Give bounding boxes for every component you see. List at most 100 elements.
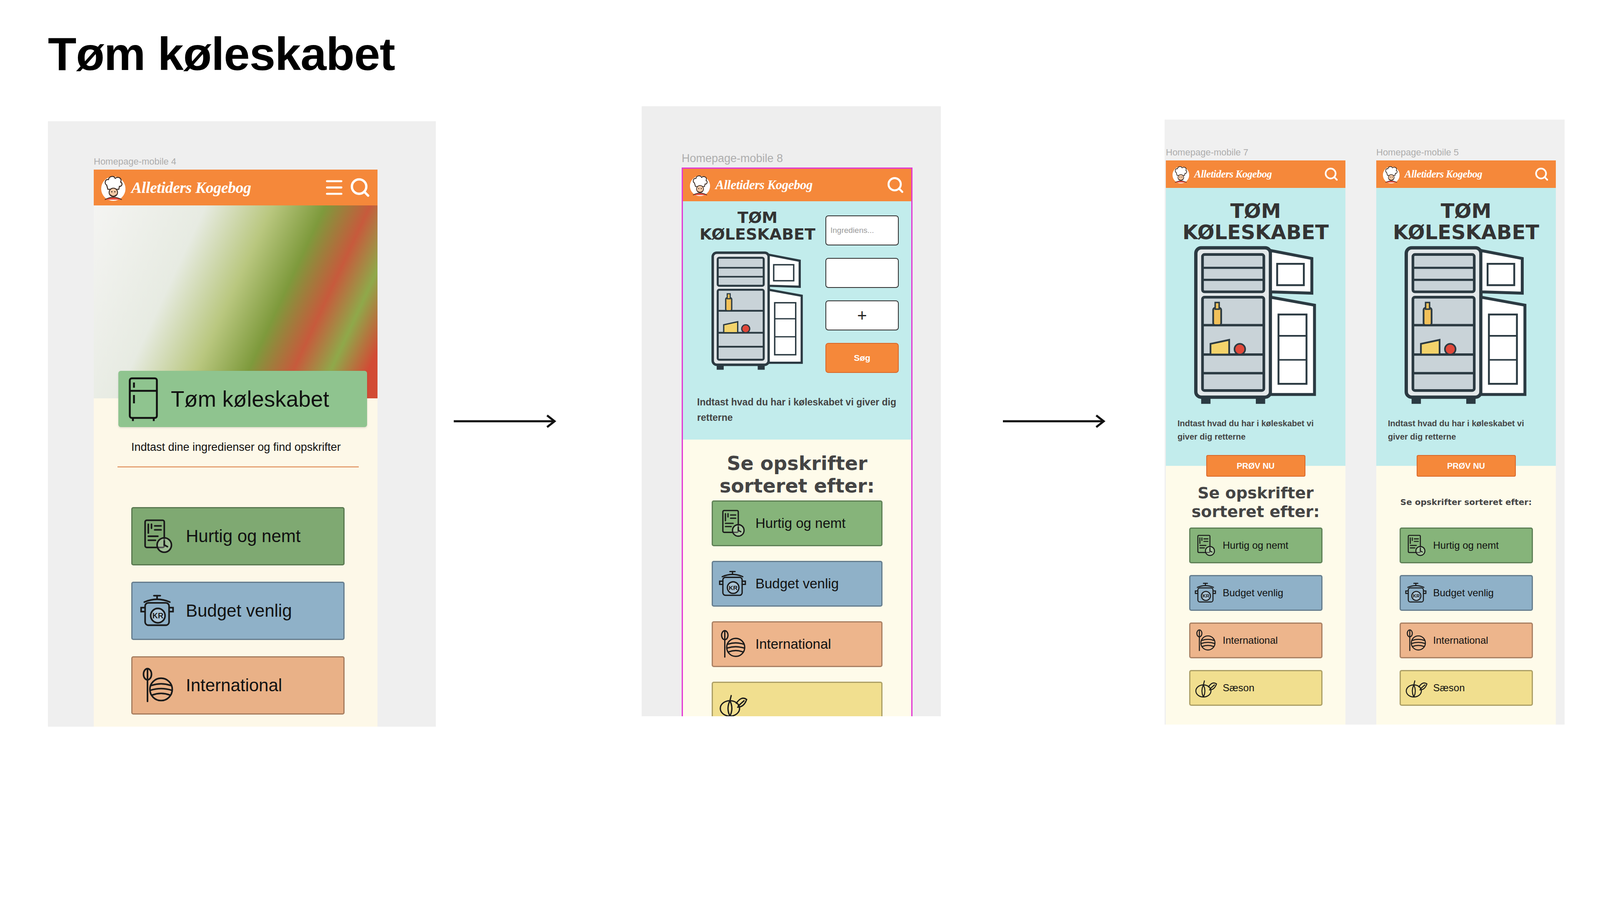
category-button[interactable]: International	[131, 656, 345, 715]
site-logo[interactable]: Alletiders Kogebog	[1381, 164, 1530, 185]
category-button[interactable]: KRBudget venlig	[711, 560, 883, 607]
logo-text: Alletiders Kogebog	[715, 177, 813, 193]
svg-text:KR: KR	[152, 611, 164, 620]
category-button[interactable]: KR Budget venlig	[131, 581, 345, 640]
logo-text: Alletiders Kogebog	[1194, 168, 1272, 180]
frame-label: Homepage-mobile 7	[1165, 147, 1346, 158]
site-logo[interactable]: Alletiders Kogebog	[98, 172, 320, 203]
hero-section: TØM KØLESKABET Indtast hvad du har i køle…	[1165, 187, 1346, 466]
site-logo[interactable]: Alletiders Kogebog	[1170, 164, 1320, 185]
section-heading: Se opskrifter sorteret efter:	[1180, 482, 1331, 523]
ingredient-form: Ingrediens... + Søg	[825, 209, 899, 373]
pot-coin-icon: KR	[1403, 580, 1428, 605]
category-label: Sæson	[1433, 682, 1465, 694]
category-section: Se opskrifter sorteret efter: Hurtig og n…	[1165, 465, 1346, 706]
category-label: Budget venlig	[1433, 587, 1494, 599]
search-icon[interactable]	[1323, 166, 1339, 182]
pumpkin-leaf-icon	[717, 689, 748, 717]
frame-column: Homepage-mobile 4 Alletiders Kogebog Tøm k…	[93, 156, 378, 727]
category-button[interactable]: Hurtig og nemt	[1399, 527, 1533, 564]
category-label: Budget venlig	[185, 600, 293, 621]
hero-section: TØM KØLESKABETIndtast hvad du har i køle…	[1376, 187, 1556, 466]
chef-logo-icon	[98, 172, 128, 203]
pumpkin-leaf-icon	[1193, 675, 1218, 700]
pot-coin-icon: KR	[1193, 580, 1218, 605]
category-label: Hurtig og nemt	[185, 526, 301, 547]
hero-text: Indtast hvad du har i køleskabet vi give…	[697, 394, 899, 426]
pot-coin-icon: KR	[137, 591, 177, 630]
svg-text:KR: KR	[1202, 593, 1210, 599]
category-button[interactable]: Hurtig og nemt	[1189, 527, 1323, 564]
pumpkin-leaf-icon	[1403, 675, 1428, 700]
search-icon[interactable]	[886, 175, 905, 195]
ingredient-input[interactable]	[825, 257, 899, 288]
category-button[interactable]: International	[1399, 622, 1533, 659]
category-label: Hurtig og nemt	[755, 515, 846, 532]
site-logo[interactable]: Alletiders Kogebog	[687, 172, 883, 198]
menu-clock-icon	[1193, 533, 1218, 558]
category-button[interactable]: KR Budget venlig	[1399, 575, 1533, 611]
frame-label: Homepage-mobile 8	[681, 151, 913, 165]
search-button[interactable]: Søg	[825, 342, 899, 373]
category-list: Hurtig og nemt KR Budget venlig Internation…	[93, 507, 378, 715]
design-panel: Homepage-mobile 7 Alletiders Kogebog TØM K…	[1164, 119, 1565, 725]
category-button[interactable]	[711, 681, 883, 717]
fridge-illustration-icon	[1399, 242, 1533, 410]
chef-logo-icon	[687, 172, 713, 198]
search-icon[interactable]	[349, 176, 371, 199]
divider	[117, 466, 359, 468]
ingredient-input[interactable]: Ingrediens...	[825, 215, 899, 246]
frame-column: Homepage-mobile 5Alletiders KogebogTØM K…	[1376, 147, 1556, 725]
category-button[interactable]: Hurtig og nemt	[131, 507, 345, 566]
slide: Tøm køleskabet Homepage-mobile 4 Alletider…	[0, 0, 1600, 900]
logo-text: Alletiders Kogebog	[131, 178, 252, 197]
logo-text: Alletiders Kogebog	[1404, 168, 1483, 180]
frame-label: Homepage-mobile 4	[93, 156, 378, 168]
app-header: Alletiders Kogebog	[93, 169, 378, 206]
app-header: Alletiders Kogebog	[1376, 160, 1556, 188]
globe-whisk-icon	[1403, 628, 1428, 653]
mobile-screen[interactable]: Alletiders KogebogTøm køleskabetIndtast …	[93, 169, 378, 727]
fridge-illustration-icon	[706, 248, 809, 374]
mobile-screen[interactable]: Alletiders KogebogTØM KØLESKABETIngredie…	[681, 167, 913, 717]
globe-whisk-icon	[1193, 628, 1218, 653]
mobile-screen[interactable]: Alletiders Kogebog TØM KØLESKABETIndtast …	[1376, 160, 1556, 725]
mobile-screen[interactable]: Alletiders Kogebog TØM KØLESKABET Indtast …	[1165, 160, 1346, 725]
design-panel: Homepage-mobile 8 Alletiders KogebogTØM K…	[641, 106, 941, 717]
hero-text: Indtast hvad du har i køleskabet vi give…	[1177, 416, 1334, 444]
hero-section: TØM KØLESKABETIngrediens...+SøgIndtast h…	[682, 201, 912, 440]
category-button[interactable]: Sæson	[1399, 670, 1533, 706]
menu-clock-icon	[137, 517, 177, 556]
chef-logo-icon	[1170, 164, 1191, 185]
category-button[interactable]: Sæson	[1189, 670, 1323, 706]
category-button[interactable]: International	[1189, 622, 1323, 659]
category-button[interactable]: Hurtig og nemt	[711, 500, 883, 547]
iteration-row: Homepage-mobile 4 Alletiders Kogebog Tøm k…	[47, 106, 1600, 727]
pot-coin-icon: KR	[717, 568, 748, 600]
add-button[interactable]: +	[825, 300, 899, 331]
app-header: Alletiders Kogebog	[1165, 160, 1346, 188]
menu-icon[interactable]	[323, 176, 345, 199]
category-label: International	[1222, 634, 1278, 647]
arrow	[452, 412, 557, 430]
design-panel: Homepage-mobile 4 Alletiders Kogebog Tøm k…	[47, 121, 436, 727]
category-button[interactable]: International	[711, 621, 883, 668]
svg-text:KR: KR	[728, 584, 738, 592]
try-now-button[interactable]: PRØV NU	[1416, 455, 1516, 477]
feature-card[interactable]: Tøm køleskabet	[118, 370, 368, 428]
category-button[interactable]: KRBudget venlig	[1189, 575, 1323, 611]
try-now-button[interactable]: PRØV NU	[1206, 455, 1306, 477]
category-label: Hurtig og nemt	[1222, 539, 1289, 552]
category-label: International	[755, 636, 832, 653]
arrow	[1002, 412, 1106, 430]
hero-text: Indtast hvad du har i køleskabet vi give…	[1387, 416, 1545, 444]
section-heading: Se opskrifter sorteret efter:	[701, 452, 893, 498]
section-heading: Se opskrifter sorteret efter:	[1400, 482, 1532, 523]
hero-heading: TØM KØLESKABET	[1178, 200, 1333, 243]
category-label: International	[185, 675, 283, 696]
food-photo	[93, 205, 378, 399]
search-icon[interactable]	[1534, 166, 1550, 182]
category-label: Sæson	[1222, 682, 1255, 694]
slide-title: Tøm køleskabet	[47, 25, 1600, 84]
arrow-icon	[452, 412, 557, 430]
